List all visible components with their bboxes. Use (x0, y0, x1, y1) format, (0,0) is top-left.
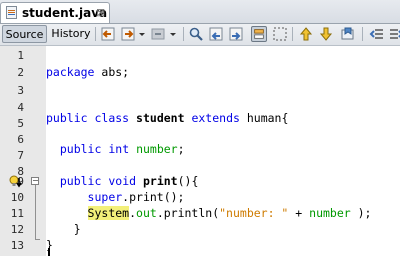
code-text: abs; (94, 65, 130, 79)
code-text: . (129, 206, 137, 220)
code-text: ); (350, 206, 372, 220)
field-name: number (309, 206, 351, 220)
keyword: extends (191, 111, 240, 125)
line-number: 2 (17, 66, 24, 79)
keyword: class (94, 111, 130, 125)
code-text: + (288, 206, 310, 220)
forward-icon[interactable] (120, 26, 136, 42)
tab-title: student.java (22, 6, 108, 20)
code-line-5: public class student extends human{ (46, 111, 288, 125)
keyword: public (59, 174, 102, 188)
shift-right-icon[interactable] (388, 26, 400, 42)
line-number: 12 (10, 223, 24, 236)
code-text: } (73, 222, 81, 236)
override-hint-icon[interactable] (9, 175, 22, 188)
keyword: int (108, 142, 130, 156)
line-number: 1 (17, 49, 24, 62)
code-text: .println( (156, 206, 220, 220)
method-name: print (142, 174, 178, 188)
toolbar-separator (292, 27, 293, 41)
find-next-icon[interactable] (228, 26, 244, 42)
keyword: void (108, 174, 137, 188)
code-line-9: public void print(){ (46, 174, 199, 188)
code-text: (){ (177, 174, 199, 188)
keyword: super (87, 190, 123, 204)
toggle-highlight-icon[interactable] (251, 26, 267, 42)
next-bookmark-icon[interactable] (318, 26, 334, 42)
text-caret (48, 248, 50, 256)
toggle-bookmark-icon[interactable] (340, 26, 356, 42)
back-icon[interactable] (100, 26, 116, 42)
next-dropdown-arrow-icon[interactable] (168, 26, 178, 42)
code-line-2: package abs; (46, 65, 129, 79)
history-dropdown-icon[interactable] (137, 26, 147, 42)
previous-bookmark-icon[interactable] (298, 26, 314, 42)
string-literal: "number: " (219, 206, 289, 220)
code-line-12: } (46, 222, 81, 236)
java-file-icon (6, 6, 17, 19)
line-number: 6 (17, 133, 24, 146)
code-text: ; (177, 142, 185, 156)
keyword: public (59, 142, 102, 156)
line-number: 10 (10, 191, 24, 204)
line-number: 11 (10, 207, 24, 220)
file-tab[interactable]: student.java ⊠ (0, 2, 110, 23)
code-text: .print(); (122, 190, 185, 204)
highlighted-class: System (87, 206, 130, 220)
editor-toolbar: Source History (0, 24, 400, 46)
line-number: 13 (10, 239, 24, 252)
find-icon[interactable] (188, 26, 204, 42)
editor-tab-bar: student.java ⊠ (0, 0, 400, 24)
toolbar-separator (362, 27, 363, 41)
keyword: package (46, 65, 95, 79)
code-text: human{ (246, 111, 289, 125)
line-number-gutter: 1 2 3 4 5 6 7 8 9 10 11 12 13 − (0, 46, 46, 256)
find-previous-icon[interactable] (208, 26, 224, 42)
close-tab-icon[interactable]: ⊠ (96, 6, 105, 19)
code-line-11: System.out.println("number: " + number )… (46, 206, 371, 220)
code-line-7: public int number; (46, 142, 185, 156)
history-tab-button[interactable]: History (50, 25, 92, 43)
line-number: 3 (17, 84, 24, 97)
line-number: 4 (17, 101, 24, 114)
shift-left-icon[interactable] (369, 26, 385, 42)
rectangle-select-icon[interactable] (272, 26, 288, 42)
code-editor[interactable]: package abs; public class student extend… (46, 46, 400, 256)
line-number: 7 (17, 149, 24, 162)
code-line-10: super.print(); (46, 190, 185, 204)
code-fold-toggle[interactable]: − (31, 177, 39, 185)
next-dropdown-icon[interactable] (150, 26, 166, 42)
line-number: 5 (17, 117, 24, 130)
toolbar-separator (183, 27, 184, 41)
fold-guide (35, 185, 36, 239)
field-name: out (136, 206, 157, 220)
class-name: student (136, 111, 185, 125)
keyword: public (46, 111, 88, 125)
field-name: number (136, 142, 178, 156)
source-tab-button[interactable]: Source (2, 25, 47, 43)
fold-guide-end (35, 239, 40, 240)
toolbar-separator (95, 27, 96, 41)
